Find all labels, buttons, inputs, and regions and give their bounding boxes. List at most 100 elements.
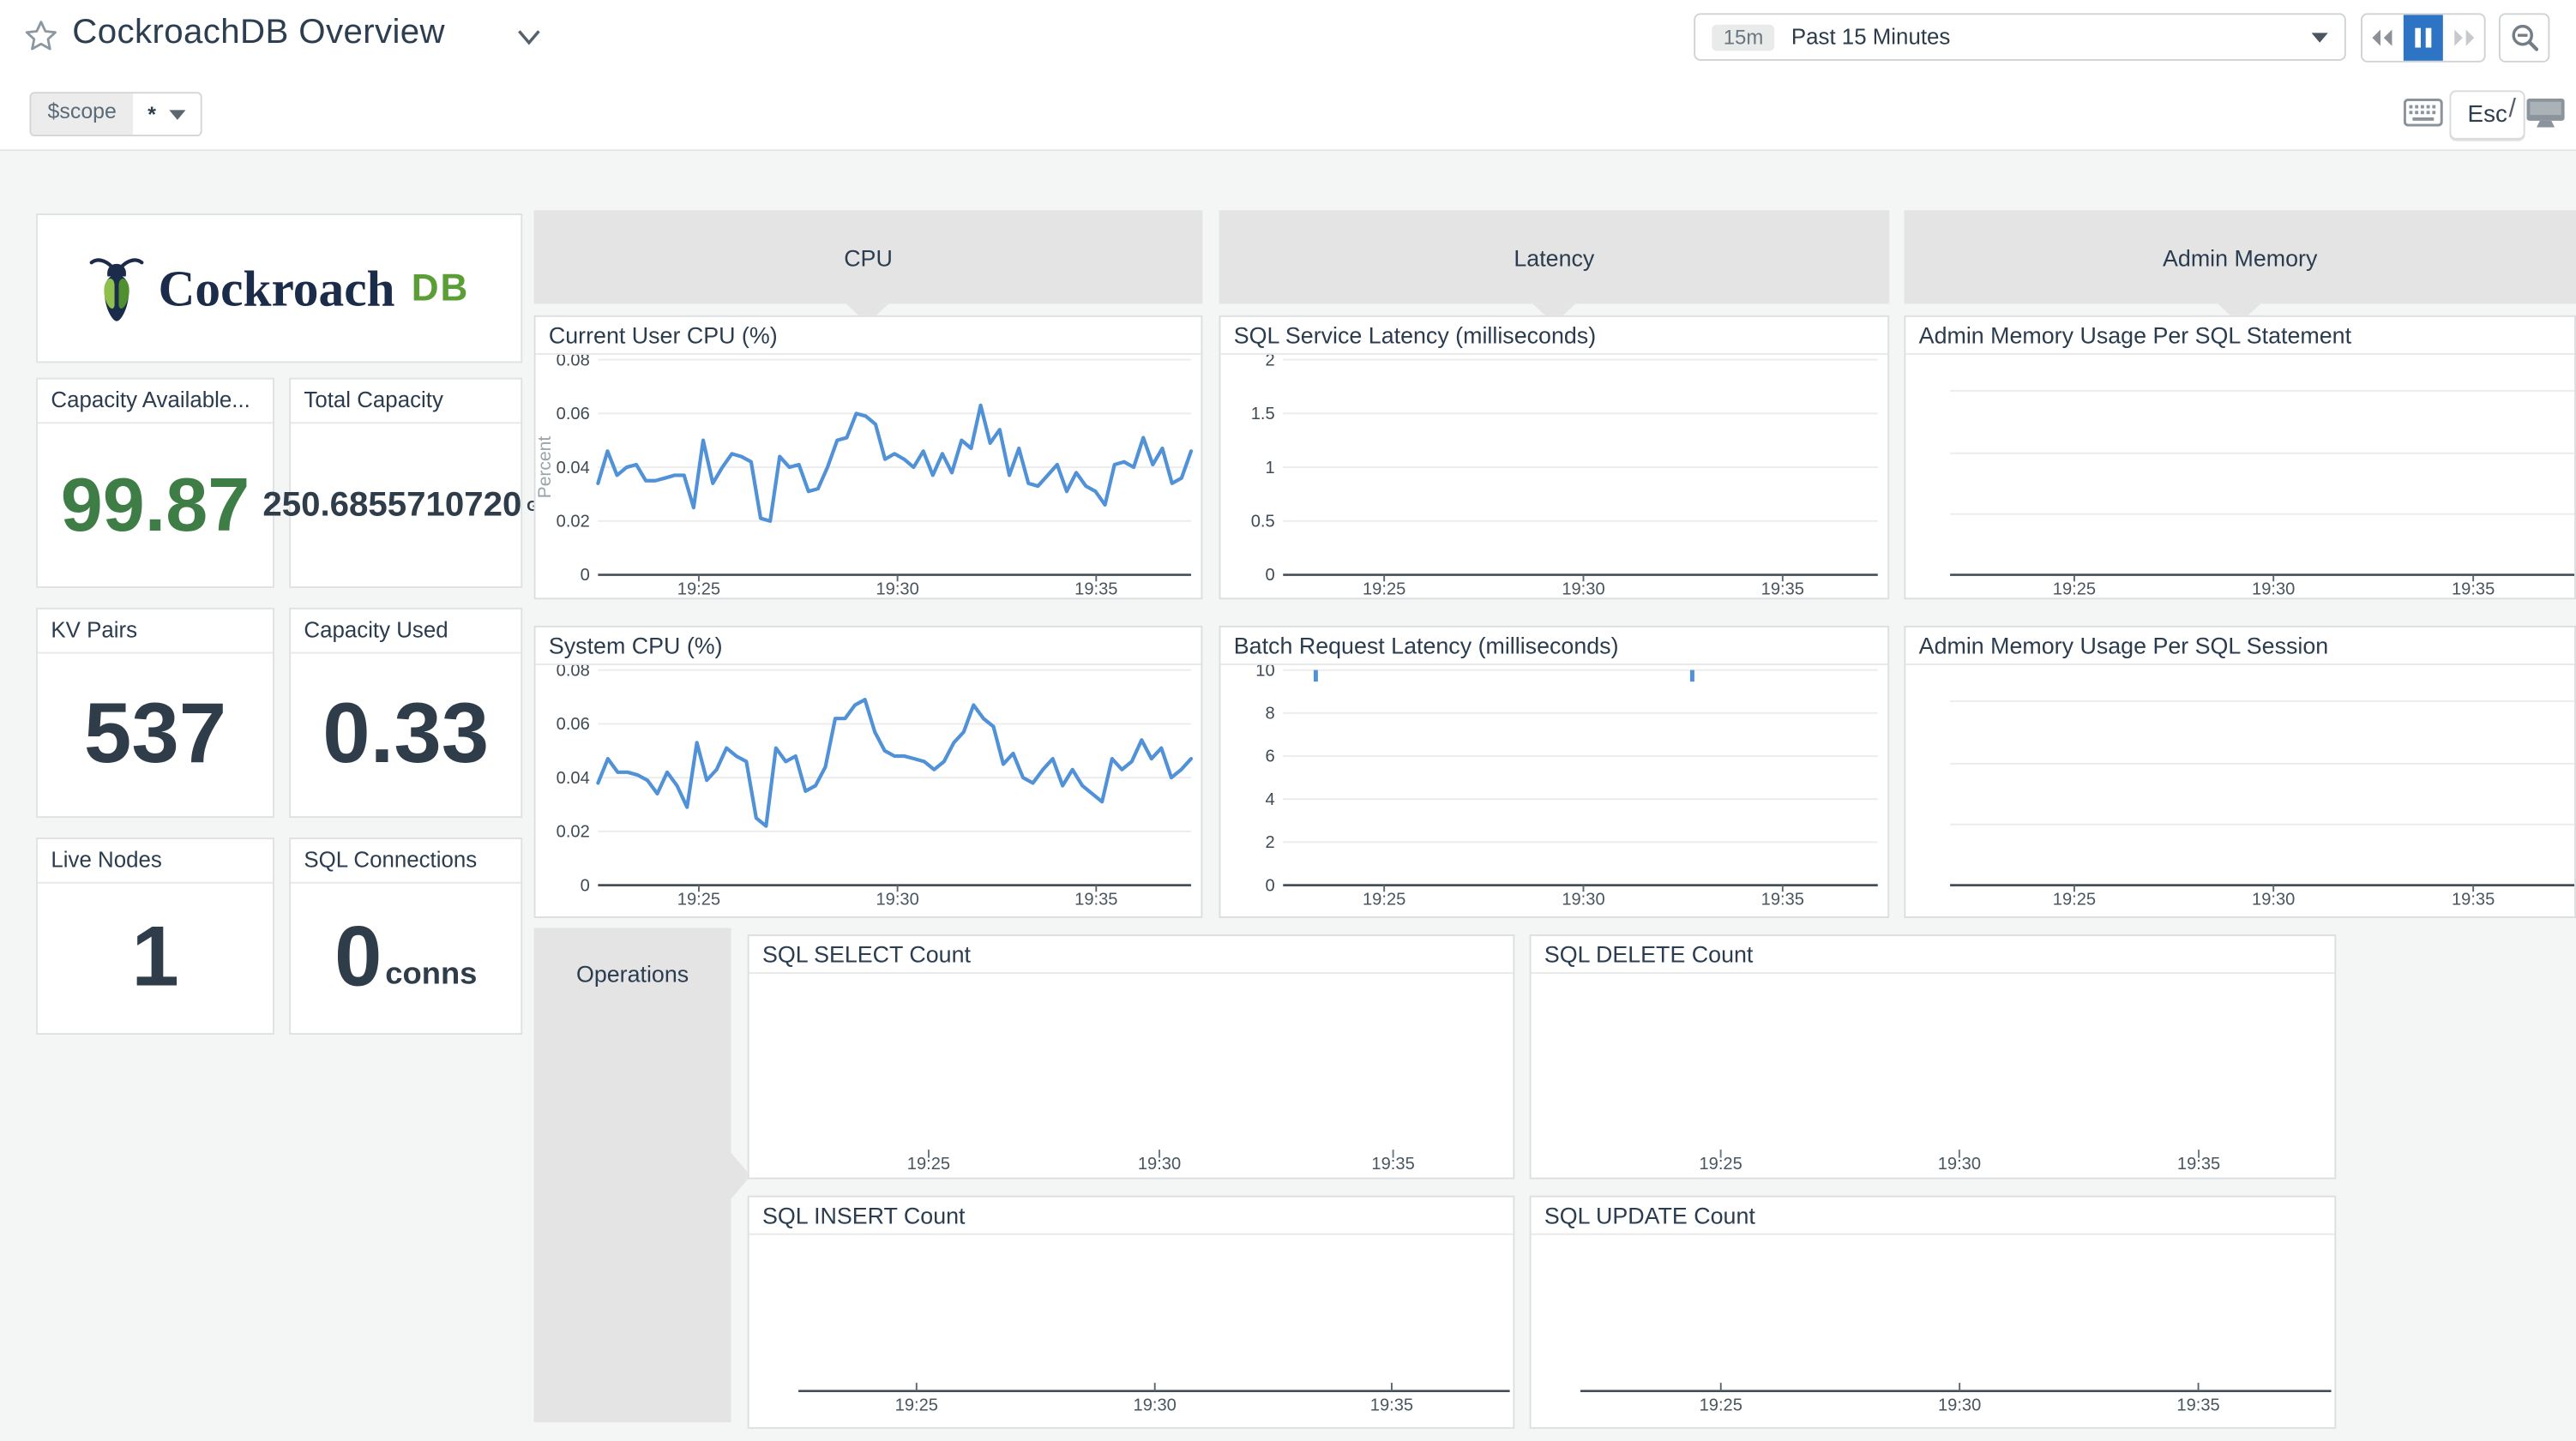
svg-text:19:35: 19:35	[2452, 580, 2495, 598]
keyboard-shortcuts-icon[interactable]	[2404, 99, 2443, 127]
svg-text:0.5: 0.5	[1251, 512, 1275, 531]
chart-panel-system-cpu[interactable]: System CPU (%) 00.020.040.060.0819:2519:…	[534, 626, 1203, 918]
svg-text:19:35: 19:35	[1074, 580, 1117, 598]
svg-text:19:25: 19:25	[1363, 580, 1405, 598]
chart-admin-memory-session[interactable]: 19:2519:3019:35	[1905, 665, 2574, 916]
stat-label: SQL Connections	[291, 839, 521, 884]
chart-batch-request-latency[interactable]: 024681019:2519:3019:35	[1220, 665, 1887, 916]
logo-suffix: DB	[412, 266, 470, 310]
svg-text:0.02: 0.02	[557, 512, 590, 531]
chart-system-cpu[interactable]: 00.020.040.060.0819:2519:3019:35	[536, 665, 1201, 916]
chart-panel-batch-request-latency[interactable]: Batch Request Latency (milliseconds) 024…	[1219, 626, 1890, 918]
chart-panel-current-user-cpu[interactable]: Current User CPU (%) 00.020.040.060.0819…	[534, 315, 1203, 599]
logo-word: Cockroach	[159, 259, 395, 318]
time-nav-buttons	[2361, 13, 2486, 62]
stat-total-capacity[interactable]: Total Capacity 250.6855710720GB	[289, 378, 522, 588]
svg-text:0.02: 0.02	[557, 823, 590, 842]
chart-panel-sql-delete-count[interactable]: SQL DELETE Count 19:2519:3019:35	[1530, 934, 2337, 1179]
stat-label: Live Nodes	[38, 839, 273, 884]
stat-value: 0	[334, 918, 382, 1000]
pause-button[interactable]	[2403, 15, 2443, 61]
svg-text:0.06: 0.06	[557, 715, 590, 734]
stat-live-nodes[interactable]: Live Nodes 1	[36, 838, 274, 1035]
chart-admin-memory-statement[interactable]: 19:2519:3019:35	[1905, 355, 2574, 598]
scope-caret-icon	[169, 109, 185, 118]
chart-title: Current User CPU (%)	[536, 317, 1201, 355]
cockroachdb-bug-icon	[89, 250, 145, 326]
svg-text:0.08: 0.08	[557, 355, 590, 369]
svg-text:0: 0	[581, 876, 590, 895]
chart-sql-service-latency[interactable]: 00.511.5219:2519:3019:35	[1220, 355, 1887, 598]
time-range-badge: 15m	[1712, 24, 1774, 51]
group-label: Latency	[1514, 243, 1594, 270]
top-bar: CockroachDB Overview 15m Past 15 Minutes	[0, 0, 2576, 75]
stat-capacity-available[interactable]: Capacity Available... 99.87	[36, 378, 274, 588]
svg-text:19:30: 19:30	[1562, 891, 1604, 910]
stat-label: Capacity Available...	[38, 380, 273, 424]
chart-title: SQL DELETE Count	[1532, 936, 2335, 974]
chart-panel-admin-memory-statement[interactable]: Admin Memory Usage Per SQL Statement 19:…	[1904, 315, 2576, 599]
stat-label: Total Capacity	[291, 380, 521, 424]
scope-variable-value[interactable]: *	[133, 93, 201, 135]
group-header-cpu[interactable]: CPU	[534, 210, 1203, 303]
chart-sql-delete-count[interactable]: 19:2519:3019:35	[1532, 974, 2335, 1178]
stat-value: 0.33	[322, 694, 489, 776]
chart-title: System CPU (%)	[536, 627, 1201, 665]
svg-text:6: 6	[1265, 748, 1274, 766]
scope-value-text: *	[147, 102, 156, 127]
slash-separator: /	[2508, 95, 2516, 124]
chart-title: SQL UPDATE Count	[1532, 1198, 2335, 1235]
svg-text:19:25: 19:25	[677, 580, 720, 598]
group-label: Operations	[534, 961, 731, 988]
chart-sql-insert-count[interactable]: 19:2519:3019:35	[749, 1235, 1514, 1427]
svg-text:19:30: 19:30	[1138, 1155, 1181, 1174]
chart-panel-sql-service-latency[interactable]: SQL Service Latency (milliseconds) 0 0.5 1…	[1219, 315, 1890, 599]
svg-text:19:30: 19:30	[876, 580, 918, 598]
svg-text:0.04: 0.04	[557, 769, 590, 788]
svg-text:19:30: 19:30	[2252, 891, 2295, 910]
time-range-selector[interactable]: 15m Past 15 Minutes	[1694, 13, 2346, 61]
group-header-operations[interactable]: Operations	[534, 928, 731, 1422]
stat-value: 537	[84, 694, 226, 776]
tv-mode-icon[interactable]	[2525, 97, 2567, 129]
svg-text:4: 4	[1265, 790, 1274, 809]
svg-text:19:30: 19:30	[876, 891, 918, 910]
chart-panel-sql-insert-count[interactable]: SQL INSERT Count 19:2519:3019:35	[748, 1196, 1515, 1429]
svg-text:0: 0	[1265, 566, 1274, 585]
group-header-admin-memory[interactable]: Admin Memory	[1904, 210, 2576, 303]
chart-sql-select-count[interactable]: 19:2519:3019:35	[749, 974, 1514, 1178]
svg-text:19:25: 19:25	[2053, 891, 2096, 910]
chart-current-user-cpu[interactable]: 00.020.040.060.0819:2519:3019:35Percent	[536, 355, 1201, 598]
svg-text:0.06: 0.06	[557, 405, 590, 423]
svg-text:2: 2	[1265, 355, 1274, 369]
stat-value: 99.87	[61, 469, 250, 541]
svg-text:0: 0	[581, 566, 590, 585]
chart-title: SQL INSERT Count	[749, 1198, 1514, 1235]
stat-capacity-used[interactable]: Capacity Used 0.33	[289, 608, 522, 818]
cockroachdb-logo-card[interactable]: Cockroach DB	[36, 213, 522, 363]
group-header-latency[interactable]: Latency	[1219, 210, 1890, 303]
chart-panel-sql-update-count[interactable]: SQL UPDATE Count 19:2519:3019:35	[1530, 1196, 2337, 1429]
chart-title: SQL Service Latency (milliseconds)	[1220, 317, 1887, 355]
stat-kv-pairs[interactable]: KV Pairs 537	[36, 608, 274, 818]
title-chevron-down-icon[interactable]	[516, 28, 543, 48]
time-forward-button[interactable]	[2443, 15, 2483, 61]
chart-panel-admin-memory-session[interactable]: Admin Memory Usage Per SQL Session 19:25…	[1904, 626, 2576, 918]
chart-sql-update-count[interactable]: 19:2519:3019:35	[1532, 1235, 2335, 1427]
chart-panel-sql-select-count[interactable]: SQL SELECT Count 19:2519:3019:35	[748, 934, 1515, 1179]
svg-text:19:30: 19:30	[1562, 580, 1604, 598]
svg-text:Percent: Percent	[536, 436, 555, 499]
svg-text:19:30: 19:30	[1938, 1396, 1981, 1415]
svg-text:19:25: 19:25	[1363, 891, 1405, 910]
zoom-out-button[interactable]	[2499, 13, 2549, 62]
stat-sql-connections[interactable]: SQL Connections 0conns	[289, 838, 522, 1035]
template-variable-scope[interactable]: $scope *	[29, 92, 202, 136]
favorite-star-icon[interactable]	[23, 18, 59, 54]
time-back-button[interactable]	[2362, 15, 2403, 61]
svg-text:19:25: 19:25	[677, 891, 720, 910]
svg-text:19:35: 19:35	[1074, 891, 1117, 910]
chart-title: Admin Memory Usage Per SQL Session	[1905, 627, 2574, 665]
svg-text:19:25: 19:25	[895, 1396, 938, 1415]
svg-text:19:35: 19:35	[1761, 580, 1804, 598]
svg-text:0: 0	[1265, 876, 1274, 895]
